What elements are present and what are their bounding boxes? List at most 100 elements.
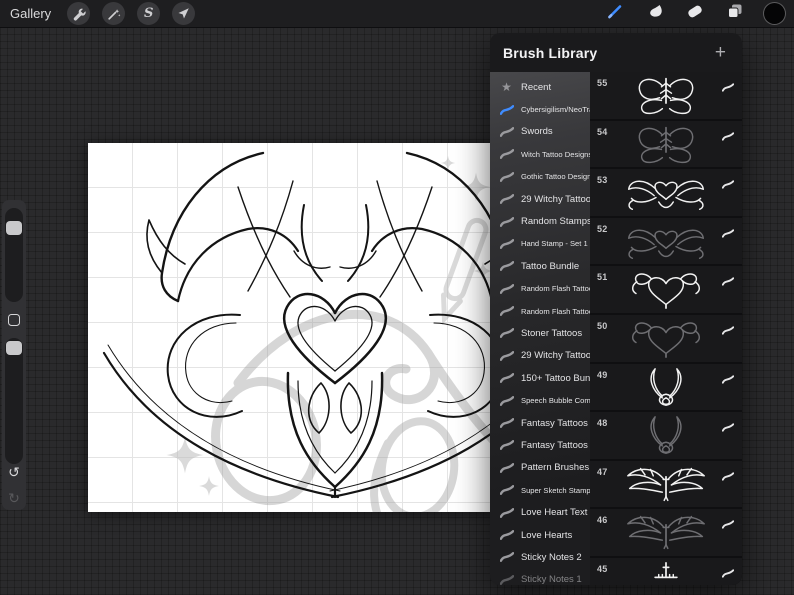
brush-stroke-icon (499, 149, 514, 160)
brush-size-handle[interactable] (6, 221, 22, 235)
layers-button[interactable] (723, 2, 746, 25)
brush-stroke-icon (499, 306, 514, 317)
paint-tools-group (603, 2, 786, 25)
brush-set-label: Love Heart Text (521, 507, 588, 519)
brush-library-header: Brush Library + (490, 33, 742, 72)
brush-number: 47 (597, 466, 608, 477)
brush-set-label: Fantasy Tattoos 2 (521, 417, 590, 429)
brush-stroke-icon (499, 171, 514, 182)
brush-set-label: Sticky Notes 2 (521, 551, 582, 563)
brush-row[interactable]: 52 (590, 217, 742, 265)
brush-set-item[interactable]: Stoner Tattoos (490, 322, 590, 344)
color-button[interactable] (763, 2, 786, 25)
transform-button[interactable] (172, 2, 196, 25)
brush-row[interactable]: 50 (590, 314, 742, 362)
brush-stroke-icon (499, 418, 514, 428)
brush-set-label: Love Hearts (521, 529, 573, 541)
brush-preview-stamp (628, 229, 705, 259)
brush-number: 54 (597, 126, 608, 137)
brush-number: 45 (597, 563, 608, 574)
brush-stroke-icon (499, 216, 514, 227)
brush-set-item[interactable]: Gothic Tattoo Designs (490, 166, 590, 188)
brush-stroke-icon (721, 419, 735, 432)
undo-button[interactable]: ↺ (2, 466, 26, 480)
modify-square-button[interactable] (8, 314, 20, 326)
brush-opacity-slider[interactable] (5, 338, 23, 464)
brush-set-item[interactable]: 29 Witchy Tattoos (490, 345, 590, 367)
eraser-icon (686, 2, 704, 25)
brush-set-item[interactable]: Super Sketch Stamp (490, 479, 590, 501)
redo-button[interactable]: ↻ (2, 492, 26, 506)
brush-preview-stamp (627, 467, 705, 501)
brush-set-item[interactable]: Swords (490, 121, 590, 143)
brush-stroke-icon (721, 322, 735, 335)
brush-row[interactable]: 54 (590, 120, 742, 168)
brush-stroke-icon (499, 238, 514, 249)
layers-icon (726, 2, 744, 25)
brush-stroke-icon (721, 371, 735, 384)
brush-opacity-handle[interactable] (6, 341, 22, 355)
brush-stroke-icon (499, 194, 514, 205)
brush-preview-stamp (627, 516, 705, 550)
brush-set-label: Random Flash Tattoos (521, 306, 590, 316)
brush-row[interactable]: 47 (590, 460, 742, 508)
brush-stroke-icon (499, 507, 514, 518)
brush-set-item[interactable]: Witch Tattoo Designs (490, 143, 590, 165)
brush-set-item[interactable]: Sticky Notes 2 (490, 546, 590, 568)
brush-set-item[interactable]: 150+ Tattoo Bundle (490, 367, 590, 389)
brush-library-body: ★ Recent Cybersigilism/NeoTrad Swords Witch … (490, 72, 742, 585)
brush-row[interactable]: 49 (590, 363, 742, 411)
brush-row[interactable]: 51 (590, 266, 742, 313)
top-toolbar: Gallery S (0, 0, 794, 28)
brush-stroke-icon (499, 104, 514, 115)
brush-preview-stamp (638, 77, 694, 115)
brush-tool-button[interactable] (603, 2, 626, 25)
eraser-tool-button[interactable] (683, 2, 706, 25)
brush-set-label: Fantasy Tattoos 1 (521, 439, 590, 451)
brush-stroke-icon (499, 530, 514, 540)
canvas-side-controls: ↺ ↻ (2, 200, 26, 510)
brush-set-item[interactable]: Speech Bubble Comi… (490, 389, 590, 411)
brush-set-item[interactable]: Random Flash Tattoo… (490, 278, 590, 300)
actions-button[interactable] (67, 2, 91, 25)
adjustments-button[interactable] (102, 2, 126, 25)
brush-set-label: 29 Witchy Tattoos (521, 350, 590, 362)
star-icon: ★ (501, 80, 512, 95)
brush-icon (606, 2, 624, 25)
brush-set-item[interactable]: ★ Recent (490, 76, 590, 98)
brush-set-item[interactable]: Love Hearts (490, 524, 590, 546)
brush-set-item[interactable]: Fantasy Tattoos 1 (490, 434, 590, 456)
brush-preview-stamp (650, 416, 682, 455)
selection-button[interactable]: S (137, 2, 161, 25)
brush-number: 46 (597, 515, 608, 526)
brush-set-item[interactable]: Fantasy Tattoos 2 (490, 412, 590, 434)
brush-set-item[interactable]: Hand Stamp - Set 1 (490, 233, 590, 255)
gallery-button[interactable]: Gallery (10, 6, 51, 21)
brush-set-item[interactable]: Random Flash Tattoos (490, 300, 590, 322)
brush-row[interactable]: 53 (590, 169, 742, 216)
brush-stroke-icon (499, 261, 514, 272)
brush-set-item[interactable]: Love Heart Text (490, 501, 590, 523)
brush-set-item[interactable]: 29 Witchy Tattoos (490, 188, 590, 210)
brush-size-slider[interactable] (5, 208, 23, 302)
brush-preview-stamp (650, 367, 682, 406)
brush-row[interactable]: 46 (590, 509, 742, 556)
brush-set-label: Cybersigilism/NeoTrad (521, 105, 590, 115)
brush-stroke-icon (499, 440, 514, 451)
brush-row[interactable]: 48 (590, 412, 742, 459)
smudge-tool-button[interactable] (643, 2, 666, 25)
brush-set-item[interactable]: Pattern Brushes (490, 457, 590, 479)
wrench-icon (72, 7, 86, 21)
brush-set-item[interactable]: Sticky Notes 1 (490, 569, 590, 585)
brush-set-item[interactable]: Random Stamps (490, 210, 590, 232)
brush-preview-stamp (628, 180, 705, 211)
brush-row[interactable]: 55 (590, 72, 742, 119)
brush-set-label: Pattern Brushes (521, 462, 590, 474)
brush-set-item[interactable]: Cybersigilism/NeoTrad (490, 98, 590, 120)
brush-set-label: Hand Stamp - Set 1 (521, 239, 588, 249)
brush-set-label: Stoner Tattoos (521, 327, 583, 339)
brush-row[interactable]: 45 (590, 557, 742, 585)
brush-number: 49 (597, 369, 608, 380)
add-brush-button[interactable]: + (712, 43, 729, 62)
brush-set-item[interactable]: Tattoo Bundle (490, 255, 590, 277)
